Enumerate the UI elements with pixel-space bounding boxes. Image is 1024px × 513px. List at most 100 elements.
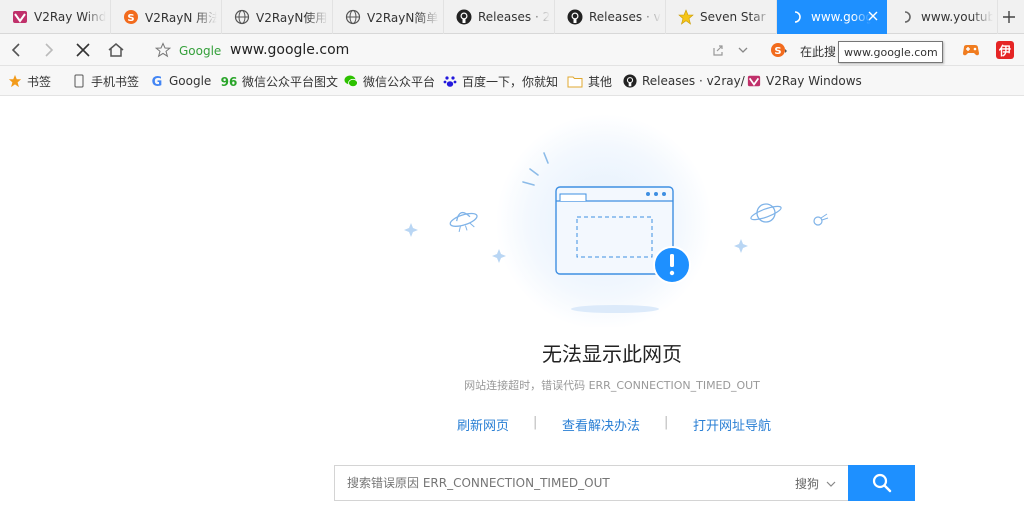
tab-label: Releases · 2: [478, 10, 550, 24]
tab-v2rayn-simple[interactable]: V2RayN简单: [333, 0, 444, 34]
error-search-box: 搜狗: [334, 465, 848, 501]
bookmark-label: 其他: [588, 74, 613, 89]
connection-error-illustration: [404, 114, 829, 327]
home-button[interactable]: [105, 39, 127, 61]
open-url-navigation-link[interactable]: 打开网址导航: [693, 415, 771, 434]
tab-label: V2RayN 用法: [145, 10, 217, 25]
bookmark-item[interactable]: 微信公众平台: [344, 72, 435, 90]
sogou-search-engine-button[interactable]: S: [768, 39, 790, 61]
tab-seven-star[interactable]: Seven Star: [666, 0, 777, 34]
svg-text:伊: 伊: [998, 43, 1011, 58]
star-icon: [678, 9, 694, 25]
tab-releases-v[interactable]: Releases · v: [555, 0, 666, 34]
share-icon: [713, 45, 723, 56]
home-icon: [108, 43, 124, 57]
phone-icon: [72, 74, 86, 88]
close-icon[interactable]: [867, 10, 879, 22]
stop-button[interactable]: [72, 39, 94, 61]
tab-label: Releases · v: [589, 10, 661, 24]
tab-youtube[interactable]: www.youtube: [887, 0, 998, 34]
google-icon: G: [150, 74, 164, 88]
tab-label: Seven Star: [700, 10, 766, 24]
separator: |: [533, 415, 538, 430]
extension-button[interactable]: 伊: [994, 39, 1016, 61]
svg-text:S: S: [127, 13, 134, 24]
search-icon: [872, 473, 891, 493]
error-description: 网站连接超时，错误代码 ERR_CONNECTION_TIMED_OUT: [464, 379, 760, 392]
bookmark-item[interactable]: Releases · v2ray/: [623, 72, 745, 90]
address-field[interactable]: www.google.com: [230, 42, 349, 58]
sogou-icon: S: [123, 9, 139, 25]
tab-label: V2RayN使用: [256, 10, 328, 25]
v2ray-icon: [12, 9, 28, 25]
search-box-placeholder[interactable]: 在此搜: [800, 43, 838, 60]
address-tooltip: www.google.com: [838, 41, 943, 63]
back-arrow-icon: [11, 43, 20, 57]
bookmark-label: 微信公众平台: [363, 74, 436, 89]
tab-bar: V2Ray Windows S V2RayN 用法 V2RayN使用 V2Ray…: [0, 0, 1024, 34]
game-button[interactable]: [960, 39, 982, 61]
github-icon: [456, 9, 472, 25]
loading-icon: [789, 9, 805, 25]
refresh-page-link[interactable]: 刷新网页: [457, 415, 509, 434]
error-search-input[interactable]: [347, 474, 767, 492]
error-page: 无法显示此网页 网站连接超时，错误代码 ERR_CONNECTION_TIMED…: [0, 97, 1024, 513]
bookmark-star-button[interactable]: [152, 39, 174, 61]
tab-label: www.youtube: [921, 10, 993, 24]
search-engine-label: Google: [179, 44, 222, 58]
new-tab-button[interactable]: [994, 0, 1024, 34]
tab-label: V2Ray Windows: [34, 10, 106, 24]
separator: |: [664, 415, 669, 430]
bookmark-item[interactable]: G Google: [150, 72, 212, 90]
tab-label: www.google: [811, 10, 871, 24]
tab-v2ray-windows[interactable]: V2Ray Windows: [0, 0, 111, 34]
view-solutions-link[interactable]: 查看解决办法: [562, 415, 640, 434]
forward-arrow-icon: [45, 43, 54, 57]
bookmark-label: 百度一下，你就知: [462, 74, 559, 89]
folder-icon: [567, 74, 583, 88]
star-outline-icon: [155, 42, 171, 58]
bookmark-label: Releases · v2ray/: [642, 74, 745, 88]
share-button[interactable]: [707, 39, 729, 61]
globe-icon: [345, 9, 361, 25]
svg-text:S: S: [774, 46, 781, 57]
tab-v2rayn-guide[interactable]: V2RayN使用: [222, 0, 333, 34]
svg-text:96: 96: [221, 75, 237, 88]
search-engine-label: 搜狗: [795, 477, 820, 491]
globe-icon: [234, 9, 250, 25]
chevron-down-icon: [738, 47, 748, 53]
error-title: 无法显示此网页: [542, 342, 682, 366]
bookmark-label: 书签: [27, 74, 52, 89]
wechat-icon: [344, 74, 358, 88]
bookmark-item[interactable]: V2Ray Windows: [747, 72, 862, 90]
bookmark-item[interactable]: 书签: [8, 72, 51, 90]
sogou-icon: S: [771, 43, 787, 57]
bookmark-item[interactable]: 96 微信公众平台图文: [221, 72, 338, 90]
bookmark-item[interactable]: 手机书签: [72, 72, 139, 90]
plus-icon: [1003, 11, 1015, 23]
loading-icon: [899, 9, 915, 25]
stop-x-icon: [76, 43, 90, 57]
svg-text:G: G: [152, 75, 163, 88]
bookmarks-bar: 书签 手机书签 G Google 96 微信公众平台图文 微信公众平台 百度一下…: [0, 66, 1024, 96]
bookmark-label: 手机书签: [91, 74, 140, 89]
star-icon: [8, 74, 22, 88]
bookmark-label: Google: [169, 74, 212, 88]
tab-google-active[interactable]: www.google: [777, 0, 887, 34]
red-extension-icon: 伊: [996, 41, 1014, 59]
search-button[interactable]: [848, 465, 915, 501]
bookmark-folder[interactable]: 其他: [567, 72, 612, 90]
search-engine-select[interactable]: 搜狗: [795, 475, 837, 492]
bookmark-item[interactable]: 百度一下，你就知: [443, 72, 558, 90]
back-button[interactable]: [5, 39, 27, 61]
tab-releases-2[interactable]: Releases · 2: [444, 0, 555, 34]
baidu-paw-icon: [443, 74, 457, 88]
address-dropdown-button[interactable]: [732, 39, 754, 61]
tab-v2rayn-usage[interactable]: S V2RayN 用法: [111, 0, 222, 34]
96-icon: 96: [221, 74, 237, 88]
chevron-down-icon: [826, 481, 836, 487]
github-icon: [567, 9, 583, 25]
forward-button[interactable]: [38, 39, 60, 61]
tab-label: V2RayN简单: [367, 10, 439, 25]
github-icon: [623, 74, 637, 88]
